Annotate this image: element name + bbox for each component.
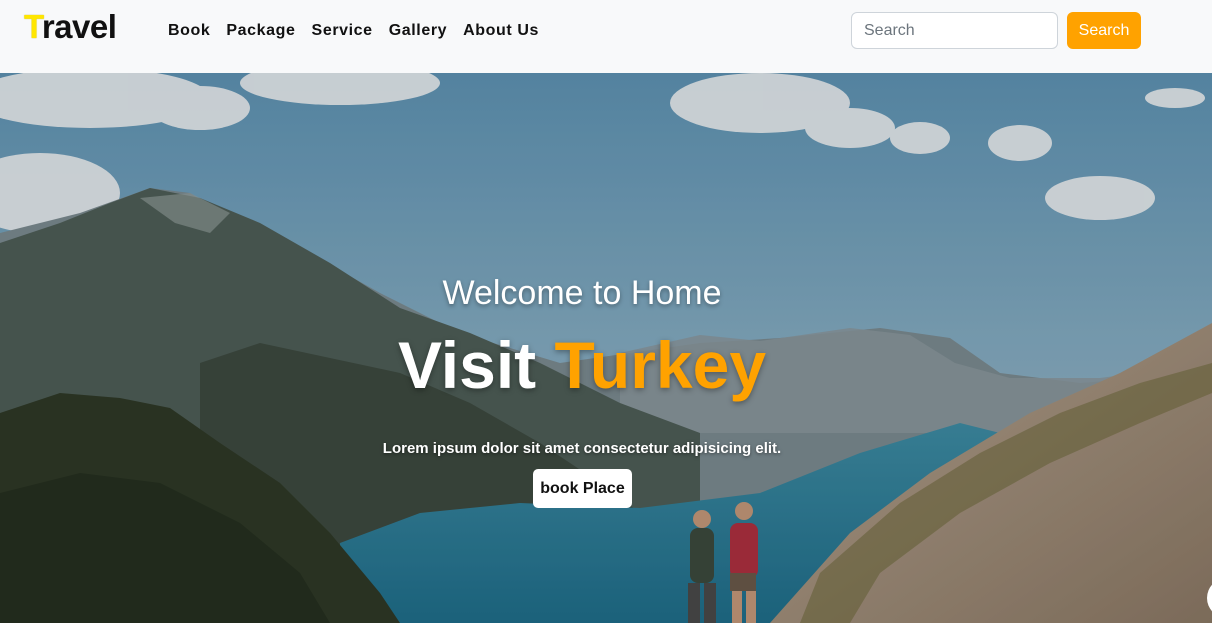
nav-link-gallery[interactable]: Gallery (389, 20, 447, 42)
hero-description: Lorem ipsum dolor sit amet consectetur a… (382, 440, 782, 457)
search-button[interactable]: Search (1067, 12, 1141, 49)
hero-title-main: Visit (397, 328, 537, 402)
book-place-button[interactable]: book Place (533, 469, 632, 508)
nav-link-book[interactable]: Book (168, 20, 210, 42)
navbar: Travel Book Package Service Gallery Abou… (0, 0, 1212, 73)
nav-link-about-us[interactable]: About Us (463, 20, 539, 42)
brand-logo[interactable]: Travel (24, 8, 117, 46)
search-input[interactable] (851, 12, 1058, 49)
hero-subtitle: Welcome to Home (442, 274, 722, 312)
nav-link-package[interactable]: Package (226, 20, 295, 42)
hero-title-accent: Turkey (554, 328, 767, 402)
hero-section: Welcome to Home Visit Turkey Lorem ipsum… (0, 73, 1212, 623)
brand-first-letter: T (24, 8, 42, 45)
nav-link-service[interactable]: Service (312, 20, 373, 42)
nav-links: Book Package Service Gallery About Us (168, 20, 555, 42)
hero-title: Visit Turkey (0, 327, 1164, 403)
brand-rest: ravel (41, 8, 117, 45)
